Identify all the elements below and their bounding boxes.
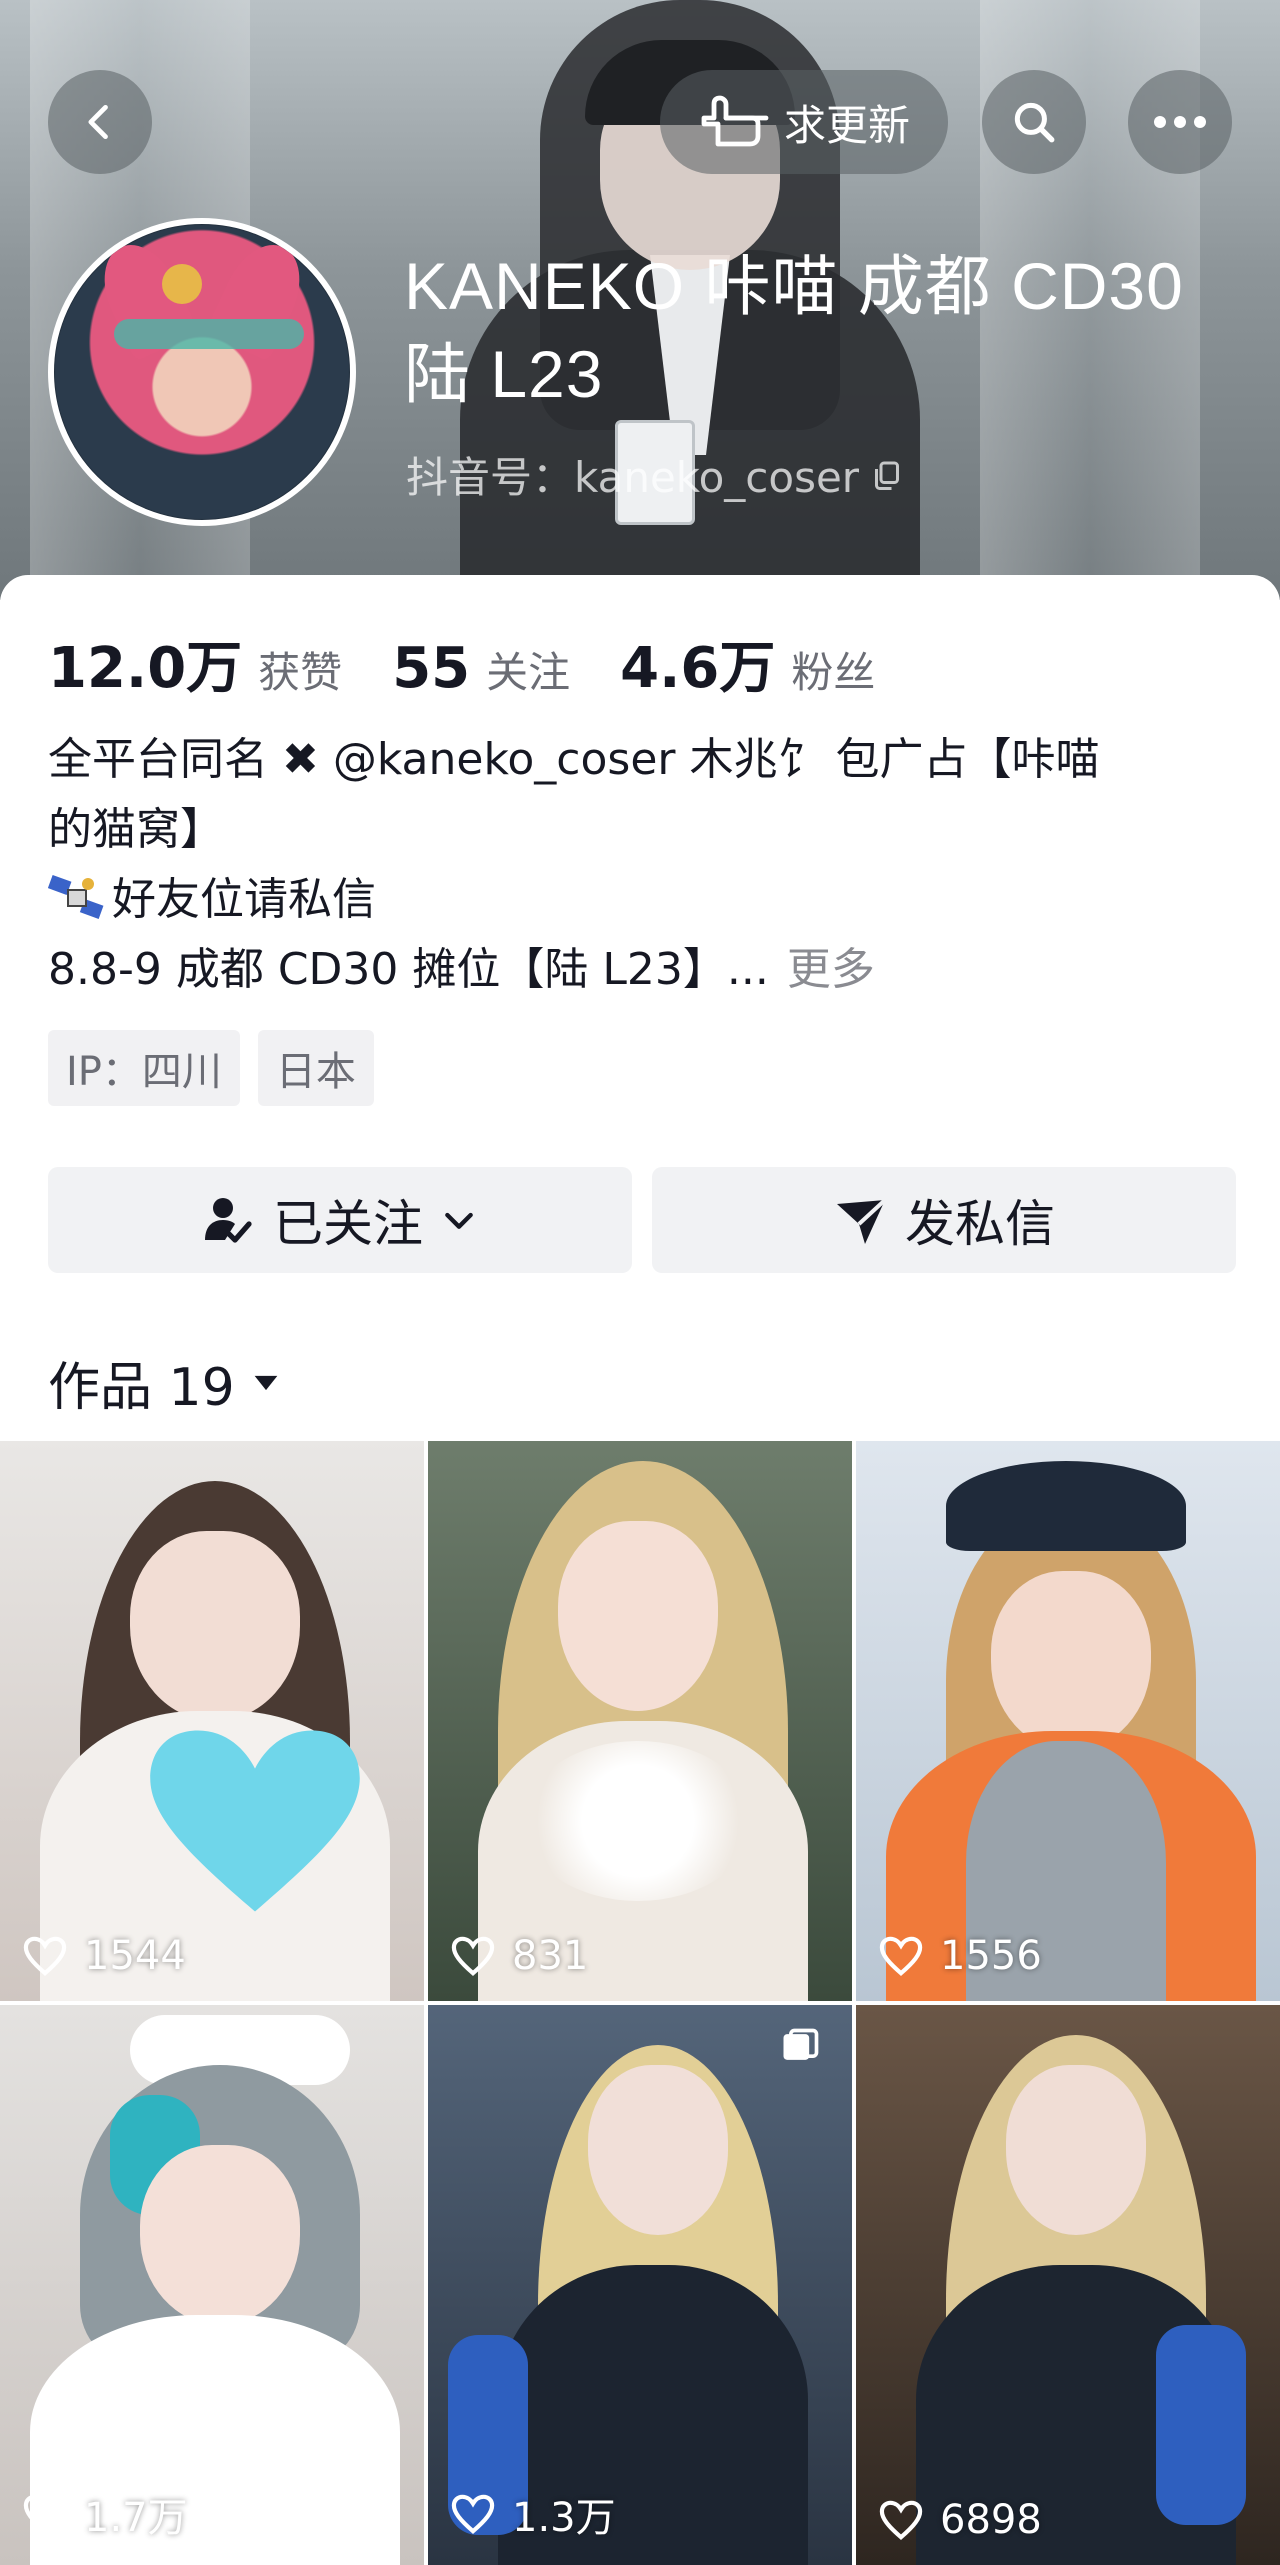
tags-row: IP：四川 日本 <box>48 1030 374 1106</box>
like-count: 1.3万 <box>450 2485 616 2543</box>
more-dots-icon <box>1154 116 1206 128</box>
video-tile[interactable]: 1.3万 <box>428 2005 852 2565</box>
search-icon <box>1014 102 1055 143</box>
stat-value: 12.0万 <box>48 636 243 701</box>
urge-update-label: 求更新 <box>783 100 910 150</box>
like-count-value: 831 <box>512 1933 589 1979</box>
stat-label: 粉丝 <box>791 648 876 697</box>
bio-text: 8.8-9 成都 CD30 摊位【陆 L23】... <box>48 944 769 995</box>
back-button[interactable] <box>48 70 152 174</box>
works-grid: 1544 831 1556 1.7万 1.3万 6898 <box>0 1441 1280 2565</box>
heart-outline-icon <box>879 2500 923 2540</box>
followed-label: 已关注 <box>273 1195 423 1253</box>
send-message-button[interactable]: 发私信 <box>652 1167 1236 1273</box>
bio-line: 的猫窝】 <box>48 804 224 855</box>
avatar[interactable] <box>48 218 356 526</box>
search-button[interactable] <box>982 70 1086 174</box>
video-tile[interactable]: 831 <box>428 1441 852 2001</box>
heart-outline-icon <box>451 2494 495 2534</box>
like-count: 6898 <box>878 2497 1042 2543</box>
stat-following[interactable]: 55 关注 <box>392 636 570 701</box>
stat-followers[interactable]: 4.6万 粉丝 <box>620 623 875 704</box>
satellite-icon <box>47 874 104 919</box>
bio-more-link[interactable]: 更多 <box>787 944 875 995</box>
video-tile[interactable]: 1556 <box>856 1441 1280 2001</box>
country-tag: 日本 <box>257 1030 374 1106</box>
heart-outline-icon <box>23 1936 67 1976</box>
profile-name: KANEKO 咔喵 成都 CD30 陆 L23 <box>404 249 1184 411</box>
like-count-value: 1.3万 <box>512 2495 616 2541</box>
actions-row: 已关注 发私信 <box>48 1167 1236 1273</box>
like-count: 1556 <box>878 1933 1042 1979</box>
like-count-value: 1544 <box>84 1933 186 1979</box>
douyin-id[interactable]: 抖音号：kaneko_coser <box>406 444 905 505</box>
paper-plane-icon <box>837 1198 887 1244</box>
stat-value: 4.6万 <box>620 636 776 701</box>
bio-line: 8.8-9 成都 CD30 摊位【陆 L23】... 更多 <box>48 935 1238 1005</box>
stat-value: 55 <box>392 636 471 701</box>
like-count-value: 1556 <box>940 1933 1042 1979</box>
video-tile[interactable]: 1544 <box>0 1441 424 2001</box>
send-message-label: 发私信 <box>905 1195 1055 1253</box>
caret-down-icon <box>254 1375 278 1390</box>
followed-button[interactable]: 已关注 <box>48 1167 632 1273</box>
profile-card: 12.0万 获赞 55 关注 4.6万 粉丝 全平台同名 ✖ @kaneko_c… <box>0 575 1280 2565</box>
heart-outline-icon <box>23 2494 67 2534</box>
heart-sticker <box>150 1730 360 1912</box>
bio-line-with-icon: 好友位请私信 <box>47 865 1238 935</box>
like-count: 1.7万 <box>22 2485 188 2543</box>
like-count-value: 1.7万 <box>84 2495 188 2541</box>
urge-update-button[interactable]: 求更新 <box>660 70 948 174</box>
video-type-icon <box>783 2028 819 2060</box>
heart-outline-icon <box>451 1936 495 1976</box>
stats-row: 12.0万 获赞 55 关注 4.6万 粉丝 <box>48 623 925 704</box>
chevron-down-icon <box>445 1212 473 1229</box>
bio-text: 好友位请私信 <box>112 874 376 925</box>
video-tile[interactable]: 1.7万 <box>0 2005 424 2565</box>
copy-icon[interactable] <box>869 457 905 493</box>
like-count-value: 6898 <box>940 2497 1042 2543</box>
pointing-hand-icon <box>701 95 769 147</box>
stat-label: 获赞 <box>258 648 343 697</box>
works-tab[interactable]: 作品 19 <box>48 1345 283 1420</box>
user-check-icon <box>205 1198 252 1243</box>
chevron-left-icon <box>88 104 108 140</box>
more-options-button[interactable] <box>1128 70 1232 174</box>
video-tile[interactable]: 6898 <box>856 2005 1280 2565</box>
bio: 全平台同名 ✖ @kaneko_coser 木兆饣 包广占【咔喵 的猫窝】 好友… <box>47 725 1238 1005</box>
stat-label: 关注 <box>486 648 571 697</box>
bio-line: 全平台同名 ✖ @kaneko_coser 木兆饣 包广占【咔喵 <box>48 734 1100 785</box>
stat-likes[interactable]: 12.0万 获赞 <box>48 623 342 704</box>
ip-location-tag: IP：四川 <box>48 1030 240 1106</box>
heart-outline-icon <box>879 1936 923 1976</box>
profile-header: 求更新 KANEKO 咔喵 成都 CD30 陆 L23 抖音号：kaneko_c… <box>0 0 1280 600</box>
like-count: 1544 <box>22 1933 186 1979</box>
like-count: 831 <box>450 1933 588 1979</box>
douyin-id-text: 抖音号：kaneko_coser <box>406 453 860 502</box>
works-label: 作品 19 <box>48 1358 235 1418</box>
